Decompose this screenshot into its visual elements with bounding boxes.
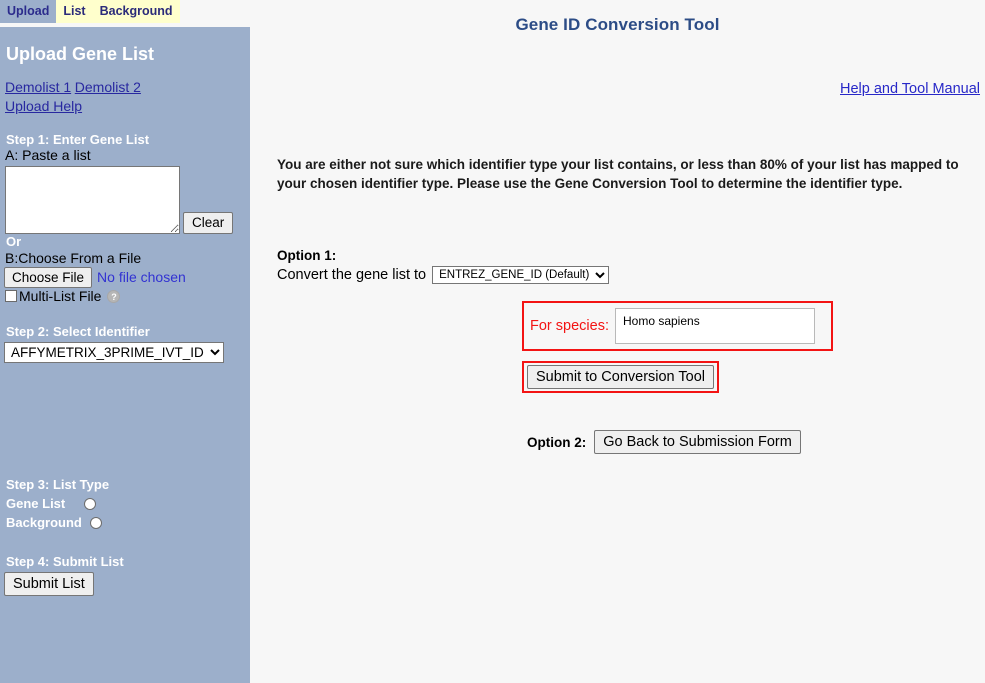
notice-message: You are either not sure which identifier… [277,157,959,191]
option2-label: Option 2: [527,434,587,450]
main-content: Gene ID Conversion Tool Help and Tool Ma… [250,0,985,683]
radio-row-gene-list: Gene List [0,496,250,511]
go-back-to-submission-form-button[interactable]: Go Back to Submission Form [594,430,801,454]
sidebar-title: Upload Gene List [6,44,155,64]
link-demolist-1[interactable]: Demolist 1 [5,79,71,95]
gene-list-textarea[interactable] [5,166,180,234]
step2-heading: Step 2: Select Identifier [6,324,150,339]
convert-line: Convert the gene list to ENTREZ_GENE_ID … [277,266,610,284]
option1-label: Option 1: [277,248,337,263]
step3-heading: Step 3: List Type [6,477,110,492]
choose-file-label: B:Choose From a File [5,250,142,266]
option2-block: Option 2: Go Back to Submission Form [527,430,801,454]
step4-heading: Step 4: Submit List [6,554,124,569]
species-listbox[interactable]: Homo sapiens [614,308,815,344]
page-root: Upload List Background Upload Gene List De… [0,0,985,683]
sidebar-links: Demolist 1 Demolist 2 Upload Help [0,64,250,116]
paste-row: Clear [0,166,250,234]
background-radio[interactable] [90,516,102,529]
background-radio-label: Background [6,515,82,530]
submit-list-row: Submit List [0,572,250,596]
link-upload-help[interactable]: Upload Help [5,98,82,114]
multi-list-row: Multi-List File? [0,288,250,304]
multi-list-label: Multi-List File [19,288,102,304]
species-option-homo-sapiens[interactable]: Homo sapiens [616,314,814,329]
tab-upload[interactable]: Upload [0,0,57,23]
clear-button[interactable]: Clear [183,212,234,234]
or-label: Or [6,234,22,249]
submit-list-button[interactable]: Submit List [4,572,94,596]
submit-to-conversion-tool-button[interactable]: Submit to Conversion Tool [527,365,714,389]
species-label: For species: [530,318,609,334]
gene-list-radio-label: Gene List [6,496,66,511]
sidebar: Upload Gene List Demolist 1 Demolist 2 U… [0,27,250,683]
gene-list-radio[interactable] [84,497,96,510]
radio-row-background: Background [0,515,250,530]
tab-list[interactable]: List [56,0,93,23]
submit-conversion-highlight-box: Submit to Conversion Tool [522,361,719,393]
help-and-tool-manual-link[interactable]: Help and Tool Manual [840,81,980,97]
tab-bar: Upload List Background [0,0,250,27]
choose-file-button[interactable]: Choose File [4,267,93,288]
link-demolist-2[interactable]: Demolist 2 [75,79,141,95]
species-highlight-box: For species: Homo sapiens [522,301,833,351]
option1-block: Option 1: Convert the gene list to ENTRE… [277,248,610,284]
convert-target-select[interactable]: ENTREZ_GENE_ID (Default) [432,266,610,284]
paste-list-label: A: Paste a list [5,147,91,163]
multi-list-checkbox[interactable] [5,290,17,302]
step1-heading: Step 1: Enter Gene List [6,132,150,147]
page-title: Gene ID Conversion Tool [515,15,720,34]
convert-text: Convert the gene list to [277,267,427,283]
tab-background[interactable]: Background [92,0,180,23]
identifier-select[interactable]: AFFYMETRIX_3PRIME_IVT_ID [4,342,224,363]
file-input-row: Choose File No file chosen [0,267,250,288]
no-file-chosen-text: No file chosen [97,269,186,285]
help-question-icon[interactable]: ? [107,289,121,303]
